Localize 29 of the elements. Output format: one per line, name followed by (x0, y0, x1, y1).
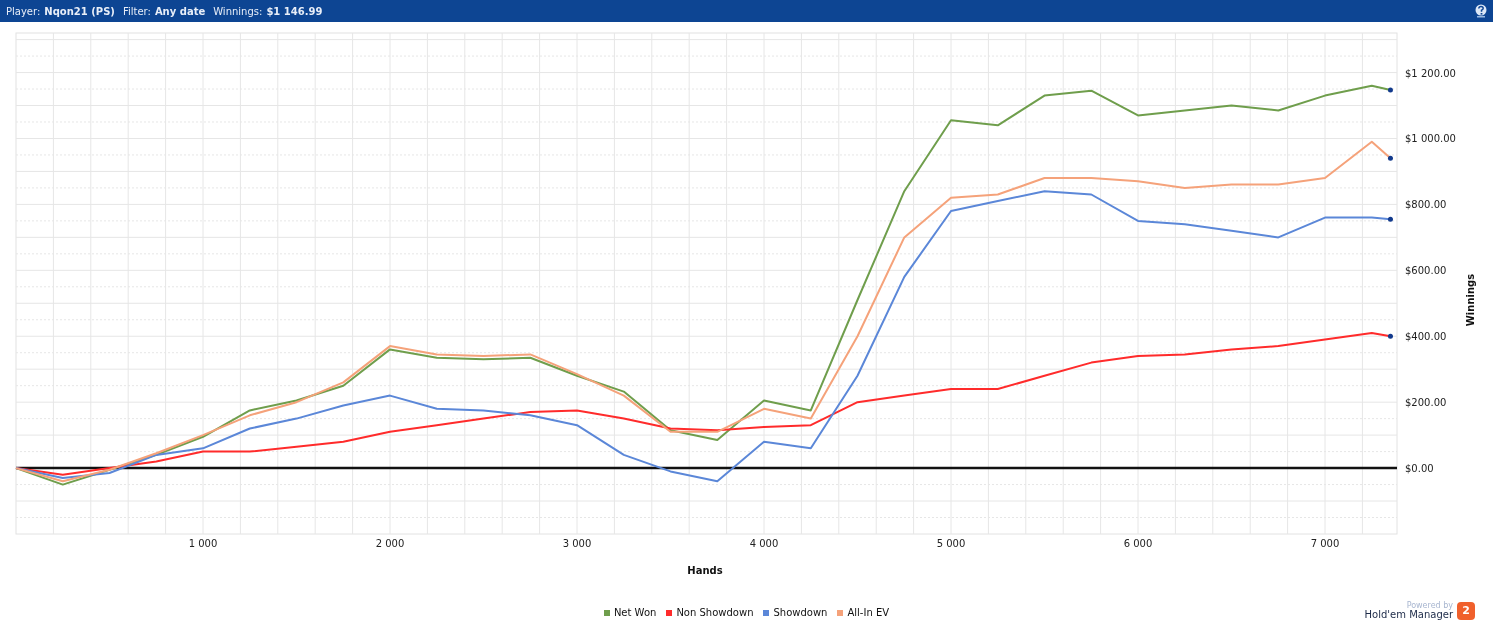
x-tick-label: 3 000 (562, 538, 592, 549)
filter-label: Winnings: (213, 5, 263, 17)
filter-value: Nqon21 (PS) (44, 5, 115, 17)
filter-label: Player: (6, 5, 41, 17)
x-tick-label: 5 000 (936, 538, 966, 549)
x-tick-label: 4 000 (749, 538, 779, 549)
y-tick-label: $400.00 (1405, 331, 1447, 343)
brand-tagline: Powered by (1406, 601, 1453, 610)
y-tick-label: $800.00 (1405, 199, 1447, 211)
x-tick-label: 2 000 (375, 538, 405, 549)
brand-badge: 2 (1457, 601, 1475, 620)
filter-label: Filter: (122, 5, 151, 17)
y-tick-label: $0.00 (1405, 463, 1434, 475)
x-tick-label: 1 000 (188, 538, 218, 549)
y-tick-label: $200.00 (1405, 397, 1447, 409)
x-tick-label: 7 000 (1310, 538, 1340, 549)
legend-label: Showdown (773, 607, 828, 618)
legend-label: All-In EV (847, 607, 890, 618)
filter-value: $1 146.99 (266, 5, 323, 17)
brand-name: Hold'em Manager (1364, 609, 1453, 620)
x-axis-title: Hands (687, 565, 723, 576)
legend-label: Net Won (613, 607, 657, 618)
y-tick-label: $1 000.00 (1405, 133, 1456, 145)
y-axis-title: Winnings (1465, 273, 1476, 327)
y-tick-label: $600.00 (1405, 265, 1447, 277)
y-tick-label: $1 200.00 (1405, 67, 1456, 79)
x-tick-label: 6 000 (1123, 538, 1153, 549)
filter-value: Any date (154, 5, 206, 17)
legend-label: Non Showdown (676, 607, 754, 618)
